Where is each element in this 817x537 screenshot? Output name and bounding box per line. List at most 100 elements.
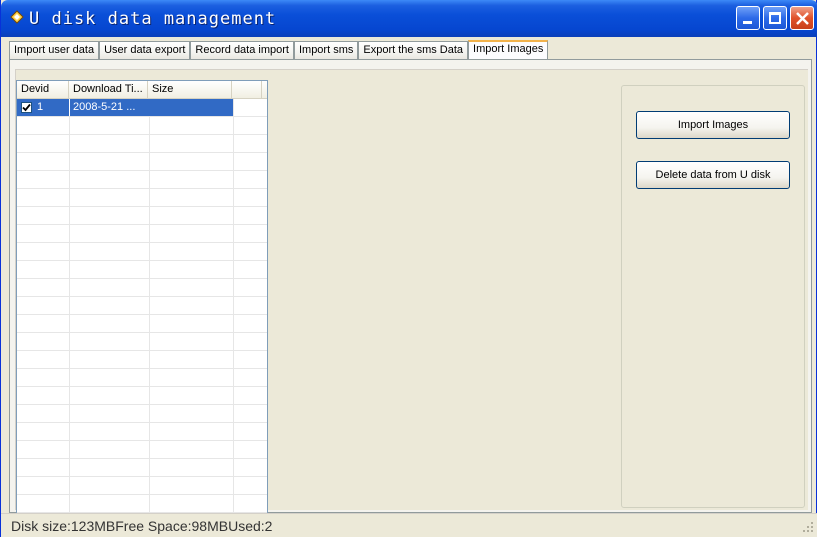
window-title: U disk data management	[29, 9, 277, 29]
grid-line	[69, 423, 70, 441]
status-text: Disk size:123MBFree Space:98MBUsed:2	[11, 518, 273, 534]
checkmark-icon	[22, 103, 31, 112]
empty-row	[17, 189, 267, 207]
empty-row	[17, 477, 267, 495]
grid-line	[149, 423, 150, 441]
grid-line	[233, 135, 234, 153]
empty-row	[17, 297, 267, 315]
grid-line	[69, 441, 70, 459]
grid-line	[149, 351, 150, 369]
cell-download-time: 2008-5-21 ...	[70, 99, 149, 116]
tab-record-data-import[interactable]: Record data import	[190, 41, 294, 60]
grid-line	[233, 189, 234, 207]
column-header-download-time[interactable]: Download Ti...	[69, 81, 148, 99]
grid-line	[69, 387, 70, 405]
empty-row	[17, 495, 267, 513]
grid-line	[233, 117, 234, 135]
grid-line	[149, 369, 150, 387]
grid-line	[233, 477, 234, 495]
grid-line	[69, 297, 70, 315]
close-button[interactable]	[790, 6, 814, 30]
tab-import-images[interactable]: Import Images	[468, 40, 549, 60]
grid-line	[233, 315, 234, 333]
empty-row	[17, 171, 267, 189]
empty-row	[17, 441, 267, 459]
grid-line	[149, 297, 150, 315]
column-header-filler	[232, 81, 262, 99]
empty-row	[17, 261, 267, 279]
grid-line	[233, 387, 234, 405]
grid-line	[149, 405, 150, 423]
grid-line	[149, 279, 150, 297]
grid-line	[149, 495, 150, 513]
empty-row	[17, 351, 267, 369]
grid-line	[149, 441, 150, 459]
grid-line	[233, 297, 234, 315]
main-window: U disk data management Import user data …	[0, 0, 817, 537]
grid-line	[149, 261, 150, 279]
tab-export-sms-data[interactable]: Export the sms Data	[358, 41, 469, 60]
title-bar[interactable]: U disk data management	[1, 0, 817, 37]
grid-line	[69, 207, 70, 225]
empty-row	[17, 207, 267, 225]
table-row[interactable]: 1 2008-5-21 ...	[17, 99, 267, 117]
resize-grip-icon[interactable]	[802, 521, 814, 533]
empty-row	[17, 333, 267, 351]
grid-line	[149, 225, 150, 243]
grid-line	[69, 495, 70, 513]
grid-line	[69, 369, 70, 387]
maximize-button[interactable]	[763, 6, 787, 30]
grid-line	[69, 351, 70, 369]
grid-line	[69, 279, 70, 297]
empty-row	[17, 279, 267, 297]
grid-line	[233, 243, 234, 261]
list-body: 1 2008-5-21 ...	[17, 99, 267, 513]
grid-line	[233, 405, 234, 423]
column-header-size[interactable]: Size	[148, 81, 232, 99]
grid-line	[69, 261, 70, 279]
empty-row	[17, 459, 267, 477]
device-list[interactable]: Devid Download Ti... Size 1 2008-5-21 ..…	[16, 80, 268, 514]
grid-line	[149, 459, 150, 477]
column-header-devid[interactable]: Devid	[17, 81, 69, 99]
grid-line	[233, 369, 234, 387]
grid-line	[233, 495, 234, 513]
empty-row	[17, 117, 267, 135]
grid-line	[149, 333, 150, 351]
tab-user-data-export[interactable]: User data export	[99, 41, 191, 60]
tab-panel: Devid Download Ti... Size 1 2008-5-21 ..…	[9, 59, 812, 514]
grid-line	[149, 477, 150, 495]
row-checkbox[interactable]	[21, 102, 32, 113]
import-images-button[interactable]: Import Images	[636, 111, 790, 139]
maximize-icon	[769, 12, 781, 24]
grid-line	[69, 171, 70, 189]
grid-line	[233, 441, 234, 459]
empty-row	[17, 405, 267, 423]
grid-line	[233, 225, 234, 243]
diamond-arrow-icon	[10, 10, 24, 24]
empty-row	[17, 369, 267, 387]
grid-line	[149, 243, 150, 261]
grid-line	[149, 171, 150, 189]
grid-line	[69, 243, 70, 261]
minimize-button[interactable]	[736, 6, 760, 30]
grid-line	[69, 333, 70, 351]
minimize-icon	[743, 21, 752, 24]
close-icon	[796, 12, 809, 25]
tab-import-sms[interactable]: Import sms	[293, 41, 359, 60]
tab-import-user-data[interactable]: Import user data	[9, 41, 100, 60]
grid-line	[233, 333, 234, 351]
grid-line	[233, 99, 234, 117]
empty-row	[17, 387, 267, 405]
delete-data-button[interactable]: Delete data from U disk	[636, 161, 790, 189]
grid-line	[69, 477, 70, 495]
grid-line	[149, 189, 150, 207]
empty-row	[17, 423, 267, 441]
empty-row	[17, 135, 267, 153]
grid-line	[233, 261, 234, 279]
grid-line	[233, 171, 234, 189]
grid-line	[233, 459, 234, 477]
grid-line	[149, 153, 150, 171]
grid-line	[233, 153, 234, 171]
grid-line	[69, 153, 70, 171]
